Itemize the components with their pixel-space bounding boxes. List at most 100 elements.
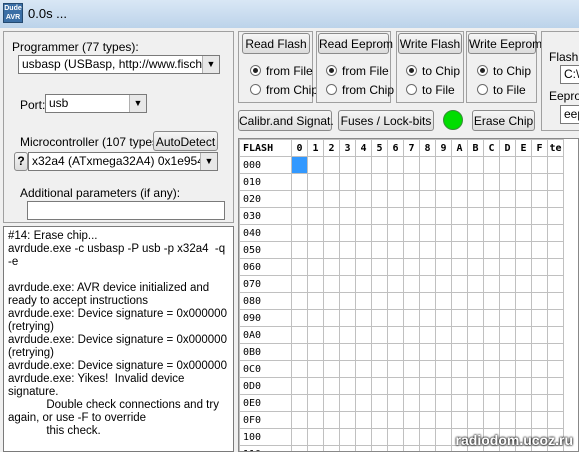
hex-cell[interactable]: [307, 258, 324, 276]
hex-cell[interactable]: [339, 190, 356, 208]
hex-cell[interactable]: [451, 292, 468, 310]
hex-cell[interactable]: [291, 377, 308, 395]
hex-cell[interactable]: [435, 326, 452, 344]
flash-hex-grid[interactable]: FLASH 0 1 2 3 4 5 6 7 8 9 A B C D E Fte 000 010 020 030 040 05…: [238, 138, 579, 452]
hex-cell[interactable]: [435, 411, 452, 429]
hex-cell[interactable]: [371, 394, 388, 412]
eeprom-file-input[interactable]: eep: [560, 105, 579, 124]
hex-cell[interactable]: [355, 241, 372, 259]
hex-cell[interactable]: [323, 428, 340, 446]
hex-cell[interactable]: [355, 258, 372, 276]
write-flash-to-chip-radio[interactable]: [406, 65, 417, 76]
hex-cell[interactable]: [435, 394, 452, 412]
hex-cell[interactable]: [499, 258, 516, 276]
hex-cell[interactable]: [291, 292, 308, 310]
hex-cell[interactable]: [339, 156, 356, 174]
hex-cell[interactable]: [531, 309, 548, 327]
hex-cell[interactable]: [483, 173, 500, 191]
hex-cell[interactable]: [403, 360, 420, 378]
hex-cell[interactable]: [339, 224, 356, 242]
hex-cell[interactable]: [403, 258, 420, 276]
hex-cell[interactable]: [291, 360, 308, 378]
hex-cell[interactable]: [339, 207, 356, 225]
hex-cell[interactable]: [467, 173, 484, 191]
hex-cell[interactable]: [403, 309, 420, 327]
hex-cell[interactable]: [291, 258, 308, 276]
hex-cell[interactable]: [307, 275, 324, 293]
hex-cell[interactable]: [339, 309, 356, 327]
write-flash-to-file-radio[interactable]: [406, 84, 417, 95]
hex-cell[interactable]: [355, 394, 372, 412]
hex-cell[interactable]: [435, 292, 452, 310]
write-eeprom-button[interactable]: Write Eeprom: [468, 33, 542, 54]
hex-cell[interactable]: [451, 241, 468, 259]
hex-cell[interactable]: [483, 258, 500, 276]
hex-cell[interactable]: [387, 292, 404, 310]
write-eeprom-to-file-radio[interactable]: [477, 84, 488, 95]
write-flash-button[interactable]: Write Flash: [398, 33, 462, 54]
hex-cell[interactable]: [483, 207, 500, 225]
hex-cell[interactable]: [307, 445, 324, 451]
hex-cell[interactable]: [323, 394, 340, 412]
hex-cell[interactable]: [291, 411, 308, 429]
hex-cell[interactable]: [451, 173, 468, 191]
hex-cell[interactable]: [531, 411, 548, 429]
hex-cell[interactable]: [451, 343, 468, 361]
hex-cell[interactable]: [499, 241, 516, 259]
hex-cell[interactable]: [403, 326, 420, 344]
hex-cell[interactable]: [435, 173, 452, 191]
hex-cell[interactable]: [419, 258, 436, 276]
hex-cell[interactable]: [435, 309, 452, 327]
hex-cell[interactable]: [307, 428, 324, 446]
hex-cell[interactable]: [451, 326, 468, 344]
output-log[interactable]: #14: Erase chip... avrdude.exe -c usbasp…: [3, 226, 234, 452]
hex-cell[interactable]: [531, 241, 548, 259]
hex-cell[interactable]: [483, 309, 500, 327]
hex-cell[interactable]: [339, 173, 356, 191]
read-eeprom-from-file-radio[interactable]: [326, 65, 337, 76]
hex-cell[interactable]: [355, 292, 372, 310]
hex-cell[interactable]: [323, 343, 340, 361]
hex-cell[interactable]: [355, 411, 372, 429]
hex-cell[interactable]: [307, 292, 324, 310]
hex-cell[interactable]: [307, 224, 324, 242]
read-eeprom-from-chip-radio[interactable]: [326, 84, 337, 95]
hex-cell[interactable]: [291, 241, 308, 259]
hex-cell[interactable]: [371, 241, 388, 259]
erase-chip-button[interactable]: Erase Chip: [472, 110, 535, 131]
hex-cell[interactable]: [371, 428, 388, 446]
hex-cell[interactable]: [403, 428, 420, 446]
hex-cell[interactable]: [291, 156, 308, 174]
hex-cell[interactable]: [307, 326, 324, 344]
hex-cell[interactable]: [339, 326, 356, 344]
hex-cell[interactable]: [515, 224, 532, 242]
hex-cell[interactable]: [387, 224, 404, 242]
hex-cell[interactable]: [515, 207, 532, 225]
hex-cell[interactable]: [371, 173, 388, 191]
hex-cell[interactable]: [547, 173, 564, 191]
read-eeprom-button[interactable]: Read Eeprom: [318, 33, 393, 54]
additional-params-input[interactable]: [27, 201, 225, 220]
hex-cell[interactable]: [531, 394, 548, 412]
hex-cell[interactable]: [371, 445, 388, 451]
hex-cell[interactable]: [291, 428, 308, 446]
hex-cell[interactable]: [451, 394, 468, 412]
hex-cell[interactable]: [403, 224, 420, 242]
hex-cell[interactable]: [515, 275, 532, 293]
hex-cell[interactable]: [291, 343, 308, 361]
hex-cell[interactable]: [323, 326, 340, 344]
hex-cell[interactable]: [467, 343, 484, 361]
hex-cell[interactable]: [451, 207, 468, 225]
hex-cell[interactable]: [307, 377, 324, 395]
hex-cell[interactable]: [323, 224, 340, 242]
hex-cell[interactable]: [355, 224, 372, 242]
chevron-down-icon[interactable]: ▼: [202, 56, 219, 73]
hex-cell[interactable]: [547, 224, 564, 242]
hex-cell[interactable]: [483, 411, 500, 429]
hex-cell[interactable]: [323, 241, 340, 259]
hex-cell[interactable]: [515, 258, 532, 276]
hex-cell[interactable]: [483, 156, 500, 174]
hex-cell[interactable]: [515, 377, 532, 395]
hex-cell[interactable]: [547, 326, 564, 344]
hex-cell[interactable]: [435, 207, 452, 225]
